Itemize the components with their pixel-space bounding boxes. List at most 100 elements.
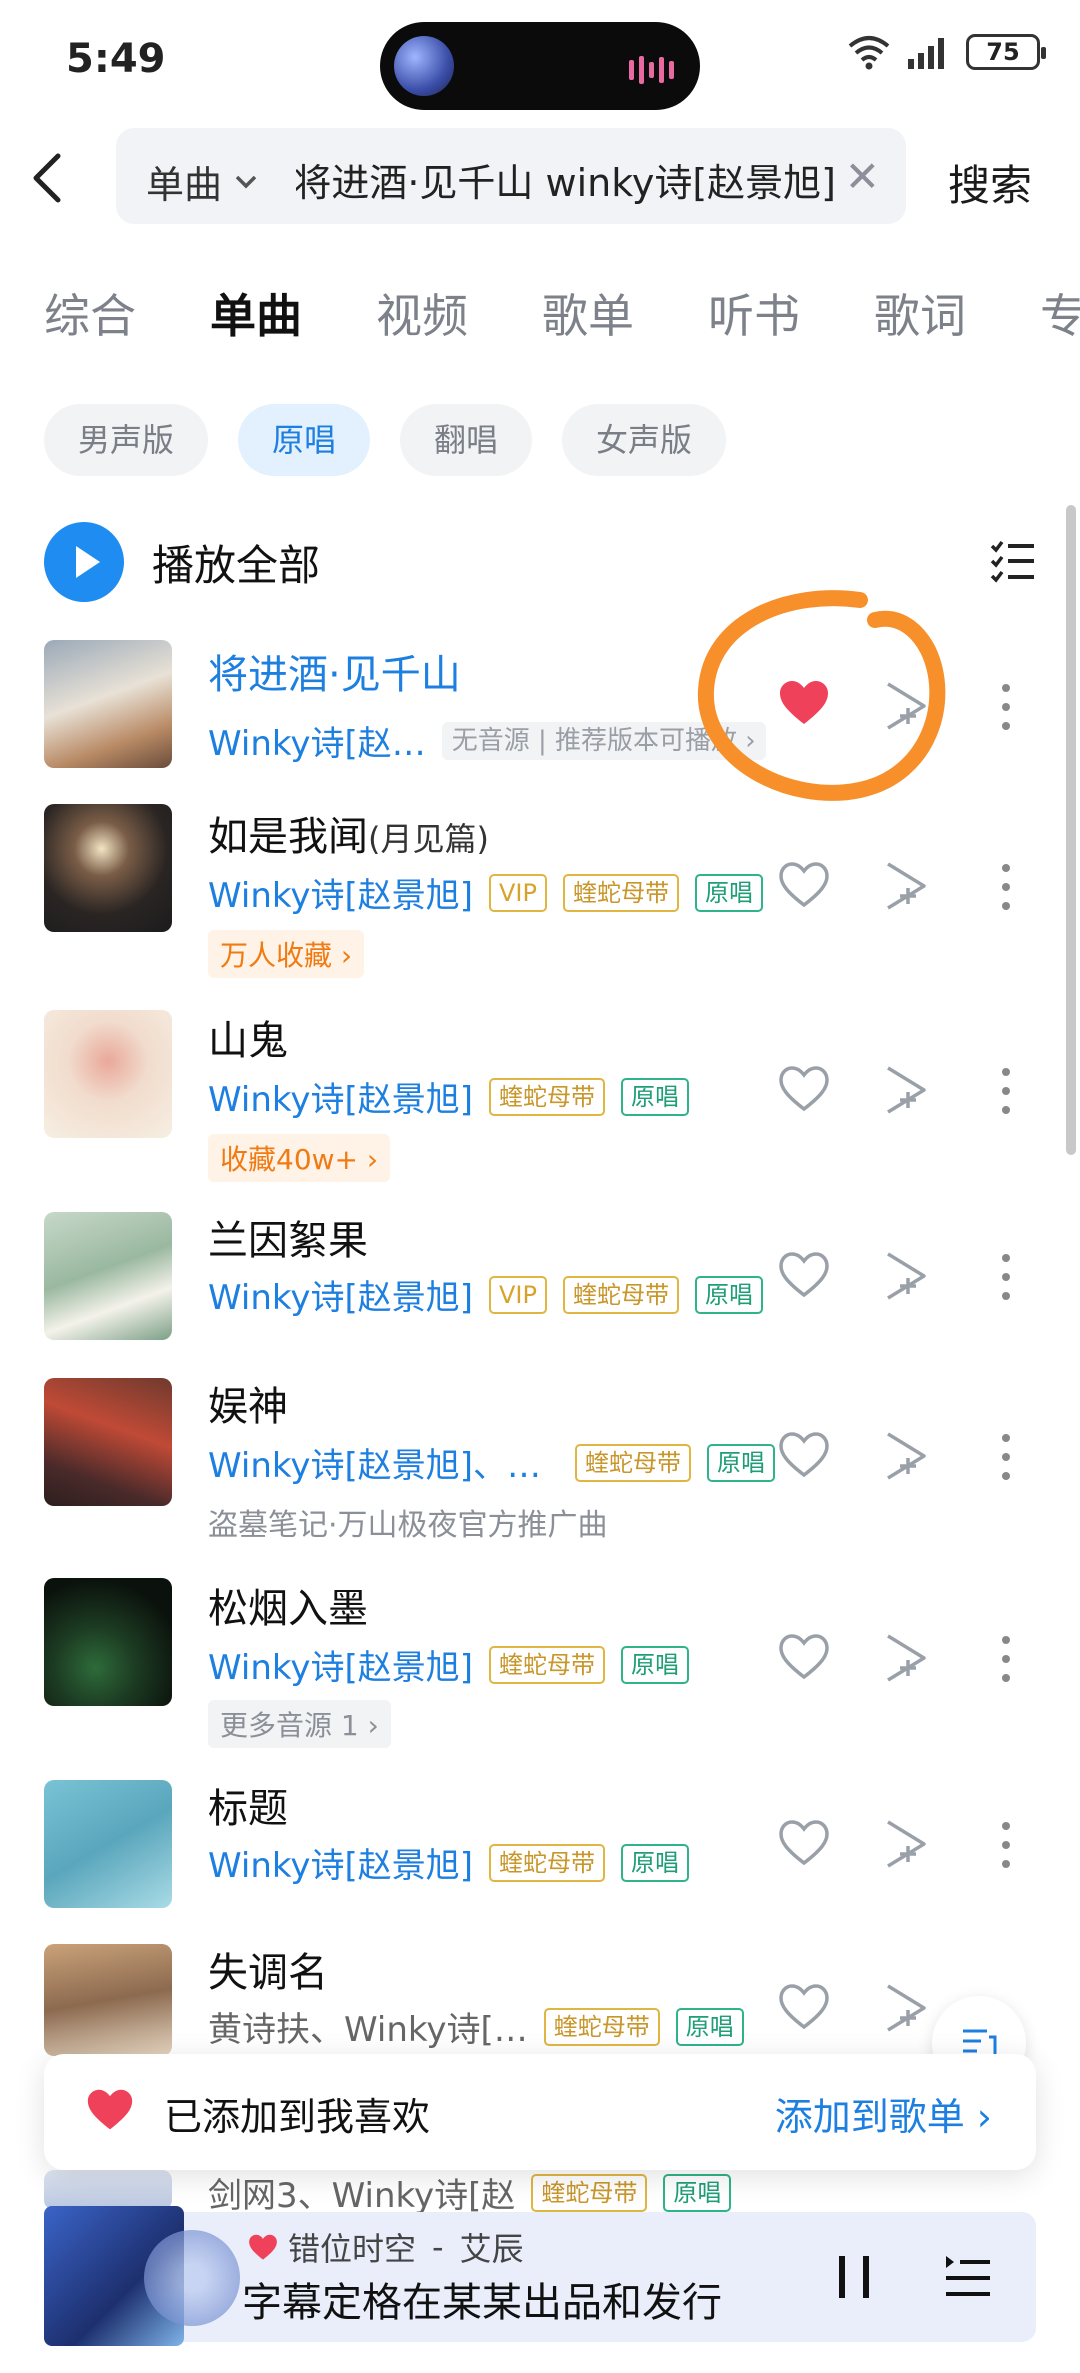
play-all-row[interactable]: 播放全部 bbox=[44, 522, 320, 602]
song-description: 盗墓笔记·万山极夜官方推广曲 bbox=[208, 1508, 608, 1543]
master-quality-badge: 蝰蛇母带 bbox=[543, 2007, 660, 2046]
search-button[interactable]: 搜索 bbox=[948, 152, 1032, 213]
original-badge: 原唱 bbox=[675, 2007, 744, 2046]
status-time: 5:49 bbox=[66, 36, 166, 82]
artist-name[interactable]: 黄诗扶、Winky诗[… bbox=[208, 2002, 528, 2051]
now-playing-song: 错位时空 bbox=[288, 2230, 417, 2268]
heart-outline-icon[interactable] bbox=[778, 1432, 830, 1478]
search-scope-dropdown[interactable]: 单曲 bbox=[146, 154, 258, 209]
artist-name[interactable]: 剑网3、Winky诗[赵 bbox=[208, 2168, 515, 2217]
clear-icon[interactable]: ✕ bbox=[845, 152, 880, 201]
tab-songs[interactable]: 单曲 bbox=[210, 280, 302, 346]
chevron-down-icon bbox=[235, 175, 257, 188]
tab-videos[interactable]: 视频 bbox=[376, 280, 468, 346]
now-playing-cover[interactable] bbox=[44, 2206, 240, 2346]
heart-outline-icon[interactable] bbox=[778, 1820, 830, 1866]
favorites-count-link[interactable]: 万人收藏 › bbox=[208, 930, 365, 978]
album-cover bbox=[44, 1378, 172, 1506]
master-quality-badge: 蝰蛇母带 bbox=[575, 1443, 691, 1482]
signal-icon bbox=[908, 38, 944, 69]
heart-outline-icon[interactable] bbox=[778, 862, 830, 908]
favorites-count-link[interactable]: 收藏40w+ › bbox=[208, 1134, 391, 1182]
master-quality-badge: 蝰蛇母带 bbox=[562, 1275, 679, 1314]
album-cover bbox=[44, 2170, 172, 2210]
more-options-icon[interactable] bbox=[1000, 1066, 1012, 1116]
multi-select-icon[interactable] bbox=[990, 540, 1036, 584]
filter-original[interactable]: 原唱 bbox=[238, 404, 371, 476]
album-cover bbox=[44, 640, 172, 768]
album-cover bbox=[44, 1780, 172, 1908]
artist-name[interactable]: Winky诗[赵景旭] bbox=[208, 1838, 473, 1887]
tab-lyrics[interactable]: 歌词 bbox=[874, 280, 966, 346]
song-title: 如是我闻(月见篇) bbox=[208, 804, 489, 862]
tab-all[interactable]: 综合 bbox=[44, 280, 136, 346]
search-box[interactable]: 单曲 将进酒·见千山 winky诗[赵景旭] ✕ bbox=[116, 128, 906, 224]
heart-outline-icon[interactable] bbox=[778, 1984, 830, 2030]
play-next-icon[interactable] bbox=[884, 1430, 930, 1482]
song-title: 山鬼 bbox=[208, 1018, 288, 1064]
more-options-icon[interactable] bbox=[1000, 1634, 1012, 1684]
back-arrow-icon[interactable] bbox=[26, 150, 66, 206]
song-title: 兰因絮果 bbox=[208, 1218, 368, 1264]
filter-chips: 男声版 原唱 翻唱 女声版 bbox=[44, 404, 727, 476]
system-icons: 75 bbox=[846, 34, 1046, 70]
heart-filled-icon[interactable] bbox=[248, 2234, 278, 2261]
artist-name[interactable]: Winky诗[赵景旭]、… bbox=[208, 1438, 541, 1487]
audio-wave-icon bbox=[629, 56, 674, 84]
now-playing-artwork-icon bbox=[394, 36, 454, 96]
artist-name[interactable]: Winky诗[赵景旭] bbox=[208, 1640, 473, 1689]
play-next-icon[interactable] bbox=[884, 1982, 930, 2034]
annotation-circle bbox=[697, 590, 946, 801]
more-options-icon[interactable] bbox=[1000, 1252, 1012, 1302]
master-quality-badge: 蝰蛇母带 bbox=[489, 1077, 605, 1116]
status-bar: 5:49 75 bbox=[0, 0, 1080, 120]
heart-outline-icon[interactable] bbox=[778, 1252, 830, 1298]
battery-icon: 75 bbox=[966, 34, 1046, 70]
more-options-icon[interactable] bbox=[1000, 862, 1012, 912]
original-badge: 原唱 bbox=[621, 1645, 689, 1684]
heart-outline-icon[interactable] bbox=[778, 1066, 830, 1112]
now-playing-info: 错位时空 - 艾辰 bbox=[248, 2224, 524, 2270]
tab-albums[interactable]: 专辑 bbox=[1040, 280, 1080, 346]
mini-player[interactable]: 错位时空 - 艾辰 字幕定格在某某出品和发行 bbox=[44, 2206, 1036, 2346]
filter-male-version[interactable]: 男声版 bbox=[44, 404, 209, 476]
pause-icon[interactable] bbox=[836, 2254, 872, 2300]
song-artist: Winky诗[赵景旭]、… 蝰蛇母带 原唱 bbox=[208, 1438, 775, 1487]
more-options-icon[interactable] bbox=[1000, 1432, 1012, 1482]
add-to-playlist-link[interactable]: 添加到歌单 › bbox=[775, 2086, 992, 2141]
artist-name[interactable]: Winky诗[赵景旭] bbox=[208, 1072, 473, 1121]
song-artist: Winky诗[赵… 无音源 | 推荐版本可播放 › bbox=[208, 716, 766, 765]
artist-name[interactable]: Winky诗[赵… bbox=[208, 716, 426, 765]
filter-cover[interactable]: 翻唱 bbox=[400, 404, 533, 476]
album-cover bbox=[44, 1578, 172, 1706]
scrollbar[interactable] bbox=[1066, 505, 1076, 1155]
album-cover bbox=[44, 1944, 172, 2056]
play-next-icon[interactable] bbox=[884, 1818, 930, 1870]
play-next-icon[interactable] bbox=[884, 1250, 930, 1302]
result-tabs: 综合 单曲 视频 歌单 听书 歌词 专辑 bbox=[44, 280, 1080, 346]
play-icon[interactable] bbox=[44, 522, 124, 602]
album-cover bbox=[44, 1010, 172, 1138]
more-sources-link[interactable]: 更多音源 1 › bbox=[208, 1700, 391, 1748]
more-options-icon[interactable] bbox=[1000, 1820, 1012, 1870]
play-next-icon[interactable] bbox=[884, 1064, 930, 1116]
tab-audiobooks[interactable]: 听书 bbox=[708, 280, 800, 346]
search-input[interactable]: 将进酒·见千山 winky诗[赵景旭] bbox=[296, 152, 836, 207]
master-quality-badge: 蝰蛇母带 bbox=[531, 2173, 648, 2212]
filter-female-version[interactable]: 女声版 bbox=[562, 404, 727, 476]
artist-name[interactable]: Winky诗[赵景旭] bbox=[208, 1270, 473, 1319]
now-playing-separator: - bbox=[432, 2228, 444, 2266]
heart-outline-icon[interactable] bbox=[778, 1634, 830, 1680]
playlist-queue-icon[interactable] bbox=[944, 2252, 992, 2300]
vip-badge: VIP bbox=[489, 1275, 547, 1314]
play-next-icon[interactable] bbox=[884, 1632, 930, 1684]
dynamic-island[interactable] bbox=[380, 22, 700, 110]
play-next-icon[interactable] bbox=[884, 860, 930, 912]
tab-playlists[interactable]: 歌单 bbox=[542, 280, 634, 346]
now-playing-lyric: 字幕定格在某某出品和发行 bbox=[242, 2280, 722, 2326]
song-artist: Winky诗[赵景旭] 蝰蛇母带 原唱 bbox=[208, 1838, 689, 1887]
artist-name[interactable]: Winky诗[赵景旭] bbox=[208, 868, 473, 917]
more-options-icon[interactable] bbox=[1000, 682, 1012, 732]
song-title: 松烟入墨 bbox=[208, 1586, 368, 1632]
wifi-icon bbox=[848, 36, 890, 70]
